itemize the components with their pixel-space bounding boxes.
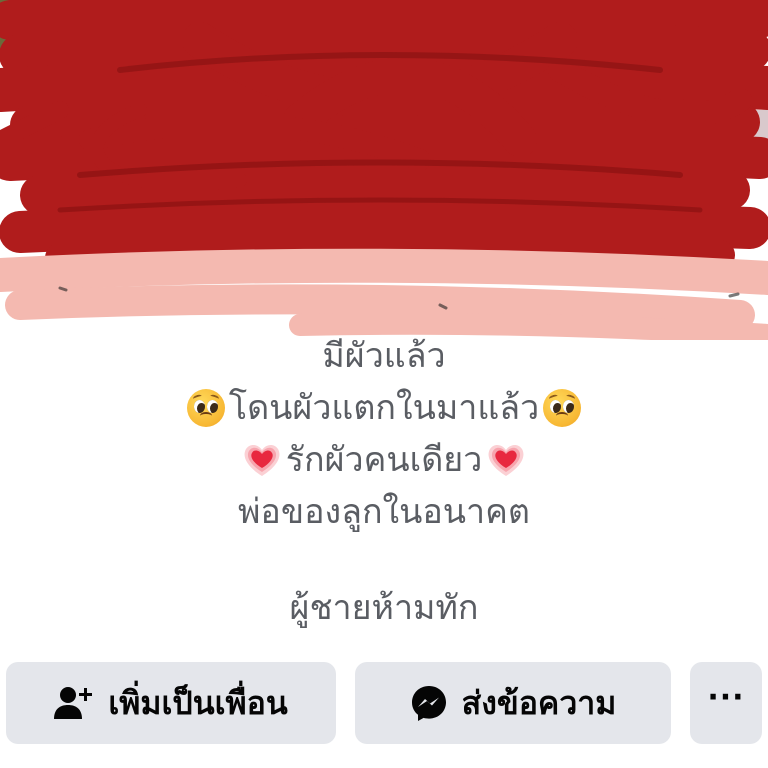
bio-text-1: มีผัวแล้ว bbox=[322, 336, 446, 376]
bio-text-2: โดนผัวแตกในมาแล้ว bbox=[228, 388, 540, 428]
bio-spacer bbox=[0, 538, 768, 582]
bio-line-2: โดนผัวแตกในมาแล้ว bbox=[0, 382, 768, 434]
bio-line-4: พ่อของลูกในอนาคต bbox=[0, 486, 768, 538]
redacted-profile-header bbox=[0, 0, 768, 340]
profile-actions: เพิ่มเป็นเพื่อน ส่งข้อความ ··· bbox=[6, 662, 762, 744]
bio-text-4: พ่อของลูกในอนาคต bbox=[238, 492, 530, 532]
growing-heart-emoji-icon bbox=[242, 440, 282, 480]
send-message-label: ส่งข้อความ bbox=[461, 683, 617, 722]
messenger-icon bbox=[410, 684, 448, 722]
pleading-face-emoji-icon bbox=[543, 389, 582, 427]
profile-bio: มีผัวแล้ว โดนผัวแตกในมาแล้ว รักผัวคนเดีย… bbox=[0, 330, 768, 634]
add-friend-label: เพิ่มเป็นเพื่อน bbox=[108, 683, 288, 722]
bio-line-1: มีผัวแล้ว bbox=[0, 330, 768, 382]
bio-text-3: รักผัวคนเดียว bbox=[285, 440, 483, 480]
bio-line-5: ผู้ชายห้ามทัก bbox=[0, 582, 768, 634]
send-message-button[interactable]: ส่งข้อความ bbox=[355, 662, 671, 744]
bio-line-3: รักผัวคนเดียว bbox=[0, 434, 768, 486]
profile-page: มีผัวแล้ว โดนผัวแตกในมาแล้ว รักผัวคนเดีย… bbox=[0, 0, 768, 768]
growing-heart-emoji-icon bbox=[486, 440, 526, 480]
bio-text-5: ผู้ชายห้ามทัก bbox=[289, 588, 479, 628]
more-dots-icon: ··· bbox=[707, 680, 745, 715]
more-options-button[interactable]: ··· bbox=[690, 662, 762, 744]
pleading-face-emoji-icon bbox=[186, 389, 225, 427]
add-friend-icon bbox=[54, 685, 94, 721]
add-friend-button[interactable]: เพิ่มเป็นเพื่อน bbox=[6, 662, 336, 744]
